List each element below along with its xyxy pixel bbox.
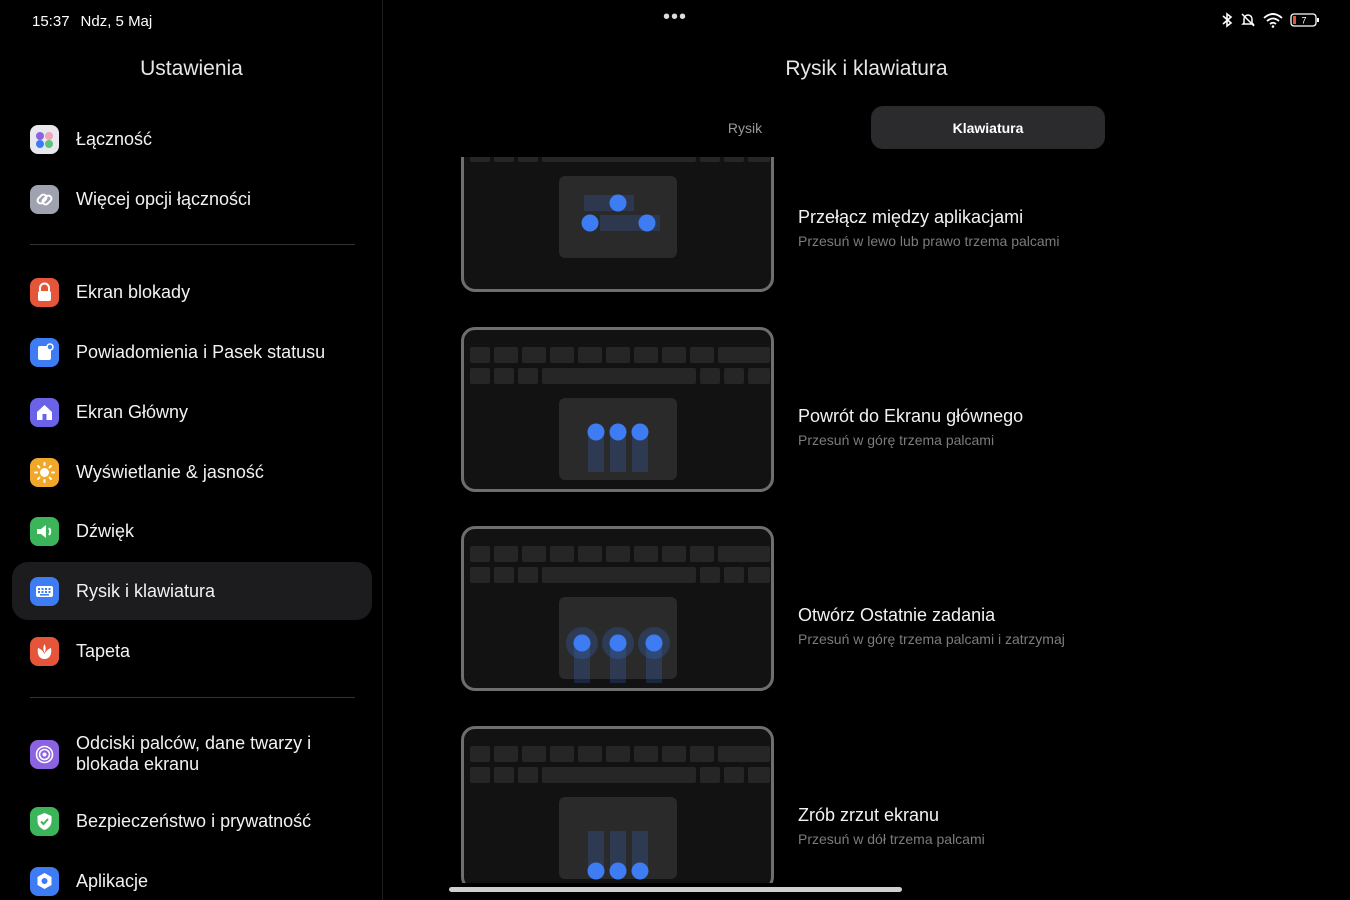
gesture-description: Przesuń w górę trzema palcami	[798, 432, 995, 448]
sidebar-item-home-screen[interactable]: Ekran Główny	[12, 383, 372, 441]
sidebar-title: Ustawienia	[140, 57, 243, 80]
sidebar-item-apps[interactable]: Aplikacje	[12, 852, 372, 900]
wifi-icon	[1263, 13, 1283, 28]
link-icon	[30, 184, 59, 214]
sidebar-item-label: Ekran blokady	[76, 281, 191, 302]
home-icon	[30, 397, 59, 427]
notification-icon	[30, 337, 59, 367]
sidebar-item-label-line2: blokada ekranu	[76, 754, 200, 774]
muted-bell-icon	[1241, 13, 1255, 27]
gesture-illustration-screenshot	[461, 726, 774, 883]
sidebar-item-label: Tapeta	[76, 640, 131, 661]
sidebar-item-label: Więcej opcji łączności	[76, 188, 252, 209]
sun-icon	[30, 457, 59, 487]
flower-icon	[30, 636, 59, 666]
sidebar-item-security[interactable]: Bezpieczeństwo i prywatność	[12, 792, 372, 850]
sidebar-divider	[30, 697, 355, 698]
sidebar-item-connectivity[interactable]: Łączność	[12, 110, 372, 168]
sidebar-item-stylus-keyboard[interactable]: Rysik i klawiatura	[12, 562, 372, 620]
settings-sidebar: Ustawienia Łączność Więcej opcji łącznoś…	[0, 0, 383, 900]
sidebar-item-label: Rysik i klawiatura	[76, 580, 216, 601]
battery-level: 7	[1301, 16, 1306, 26]
speaker-icon	[30, 516, 59, 546]
apps-icon	[30, 866, 59, 896]
gesture-title: Powrót do Ekranu głównego	[798, 406, 1024, 426]
tab-keyboard[interactable]: Klawiatura	[871, 106, 1105, 149]
gesture-description: Przesuń w lewo lub prawo trzema palcami	[798, 233, 1060, 249]
gesture-title: Otwórz Ostatnie zadania	[798, 605, 996, 625]
sidebar-item-label: Powiadomienia i Pasek statusu	[76, 341, 326, 362]
gesture-list: Przełącz między aplikacjami Przesuń w le…	[383, 157, 1350, 883]
sidebar-item-label: Dźwięk	[76, 520, 135, 541]
gesture-title: Przełącz między aplikacjami	[798, 207, 1024, 227]
sidebar-item-notifications[interactable]: Powiadomienia i Pasek statusu	[12, 323, 372, 381]
fingerprint-icon	[30, 739, 59, 769]
page-title: Rysik i klawiatura	[785, 57, 948, 80]
gesture-illustration-recents	[461, 526, 774, 691]
lock-icon	[30, 277, 59, 307]
gesture-illustration-switch-apps	[461, 157, 774, 292]
sidebar-item-more-connectivity[interactable]: Więcej opcji łączności	[12, 170, 372, 228]
sidebar-divider	[30, 244, 355, 245]
sidebar-item-label: Aplikacje	[76, 870, 149, 891]
keyboard-icon	[30, 576, 59, 606]
sidebar-item-label: Bezpieczeństwo i prywatność	[76, 810, 312, 831]
connectivity-icon	[30, 124, 59, 154]
bluetooth-icon	[1222, 12, 1233, 28]
battery-icon: 7	[1290, 13, 1319, 27]
sidebar-item-biometrics[interactable]: Odciski palców, dane twarzy i blokada ek…	[12, 722, 372, 786]
sidebar-item-label: Odciski palców, dane twarzy i blokada ek…	[76, 733, 311, 775]
status-bar-right: 7	[1221, 12, 1320, 28]
gesture-title: Zrób zrzut ekranu	[798, 805, 940, 825]
tab-stylus[interactable]: Rysik	[628, 106, 862, 149]
sidebar-item-lock-screen[interactable]: Ekran blokady	[12, 263, 372, 321]
sidebar-item-sound[interactable]: Dźwięk	[12, 502, 372, 560]
more-options-icon[interactable]: •••	[663, 7, 687, 27]
sidebar-item-label: Wyświetlanie & jasność	[76, 461, 264, 482]
gesture-description: Przesuń w górę trzema palcami i zatrzyma…	[798, 631, 1065, 647]
sidebar-item-label: Łączność	[76, 128, 153, 149]
gesture-illustration-home	[461, 327, 774, 492]
sidebar-item-label: Ekran Główny	[76, 401, 189, 422]
home-indicator[interactable]	[449, 887, 902, 892]
shield-icon	[30, 806, 59, 836]
sidebar-item-wallpaper[interactable]: Tapeta	[12, 622, 372, 680]
sidebar-item-label-line1: Odciski palców, dane twarzy i	[76, 733, 312, 753]
sidebar-item-display[interactable]: Wyświetlanie & jasność	[12, 443, 372, 501]
gesture-description: Przesuń w dół trzema palcami	[798, 831, 985, 847]
